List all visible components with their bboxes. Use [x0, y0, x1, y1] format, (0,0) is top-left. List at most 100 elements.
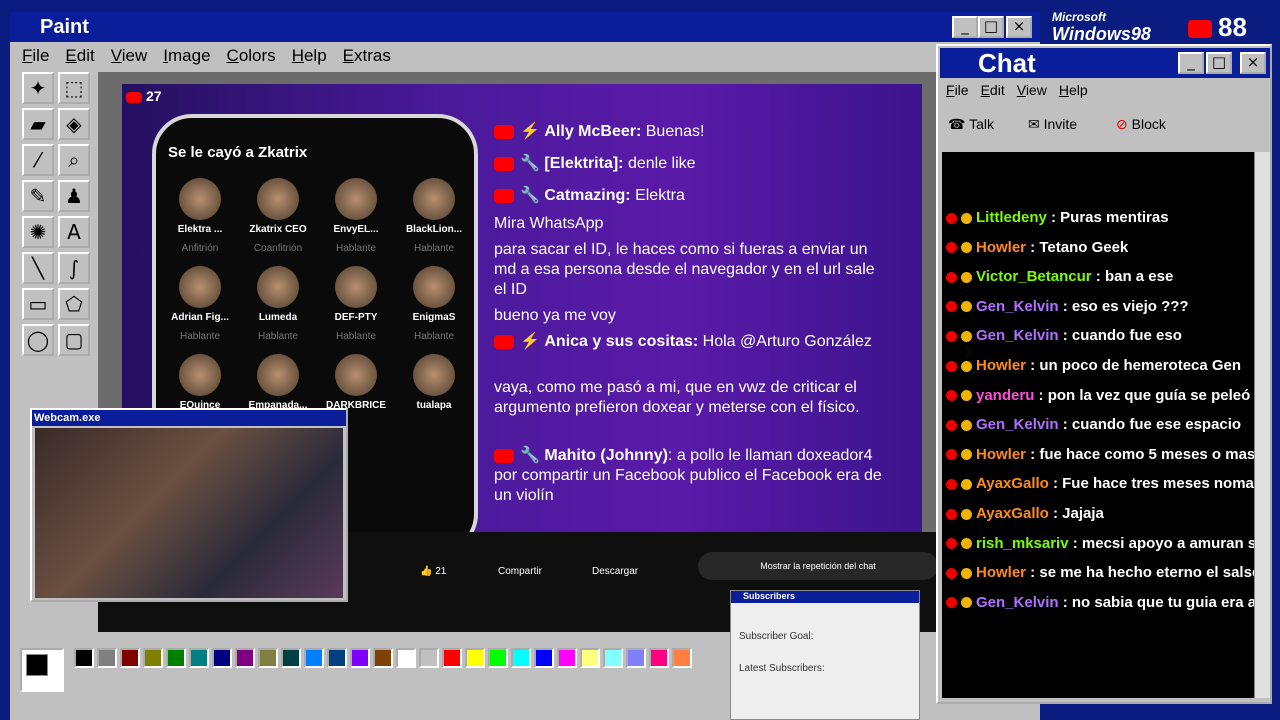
- palette-swatch[interactable]: [143, 648, 163, 668]
- chat-username[interactable]: AyaxGallo: [976, 475, 1049, 492]
- palette-swatch[interactable]: [373, 648, 393, 668]
- chat-text: : Fue hace tres meses noma: [1048, 475, 1254, 493]
- text-icon[interactable]: A: [58, 216, 90, 248]
- rectangle-icon[interactable]: ▭: [22, 288, 54, 320]
- chat-menu-help[interactable]: Help: [1059, 82, 1088, 98]
- chat-text: : ban a ese: [1091, 268, 1174, 286]
- chat-scrollbar[interactable]: [1254, 152, 1270, 698]
- rect-select-icon[interactable]: ⬚: [58, 72, 90, 104]
- minimize-button[interactable]: _: [952, 16, 978, 38]
- chat-message: Howler : un poco de hemeroteca Gen: [946, 356, 1241, 376]
- youtube-count: 88: [1188, 12, 1247, 43]
- talk-button[interactable]: ☎ Talk: [948, 116, 994, 133]
- menu-help[interactable]: Help: [292, 46, 327, 66]
- palette-swatch[interactable]: [626, 648, 646, 668]
- chat-minimize-button[interactable]: _: [1178, 52, 1204, 74]
- invite-button[interactable]: ✉ Invite: [1028, 116, 1077, 133]
- magnifier-icon[interactable]: ⌕: [58, 144, 90, 176]
- close-button[interactable]: ×: [1006, 16, 1032, 38]
- ellipse-icon[interactable]: ◯: [22, 324, 54, 356]
- chat-username[interactable]: AyaxGallo: [976, 505, 1049, 522]
- chat-window: Chat _ □ × File Edit View Help ☎ Talk ✉ …: [936, 44, 1272, 704]
- palette-swatch[interactable]: [304, 648, 324, 668]
- chat-username[interactable]: Howler: [976, 239, 1026, 256]
- chat-maximize-button[interactable]: □: [1206, 52, 1232, 74]
- palette-swatch[interactable]: [350, 648, 370, 668]
- menu-image[interactable]: Image: [163, 46, 210, 66]
- chat-replay-button[interactable]: Mostrar la repetición del chat: [698, 552, 938, 580]
- palette-swatch[interactable]: [603, 648, 623, 668]
- chat-title: Chat: [978, 47, 1036, 78]
- participant: EnigmaS Hablante: [396, 266, 472, 342]
- chat-username[interactable]: Howler: [976, 564, 1026, 581]
- palette-swatch[interactable]: [327, 648, 347, 668]
- chat-close-button[interactable]: ×: [1240, 52, 1266, 74]
- chat-message: Gen_Kelvin : cuando fue eso: [946, 326, 1182, 346]
- chat-username[interactable]: yanderu: [976, 387, 1034, 404]
- chat-username[interactable]: Howler: [976, 357, 1026, 374]
- palette-swatch[interactable]: [166, 648, 186, 668]
- chat-text: : un poco de hemeroteca Gen: [1026, 357, 1242, 374]
- curve-icon[interactable]: ∫: [58, 252, 90, 284]
- palette-swatch[interactable]: [580, 648, 600, 668]
- menu-colors[interactable]: Colors: [227, 46, 276, 66]
- chat-username[interactable]: Gen_Kelvin: [976, 416, 1059, 433]
- like-button[interactable]: 👍 21: [420, 566, 446, 577]
- palette-swatch[interactable]: [672, 648, 692, 668]
- chat-username[interactable]: Littledeny: [976, 209, 1047, 226]
- talk-icon: ☎: [948, 116, 966, 132]
- participant: tualapa: [396, 354, 472, 411]
- free-select-icon[interactable]: ✦: [22, 72, 54, 104]
- palette-swatch[interactable]: [258, 648, 278, 668]
- eraser-icon[interactable]: ▰: [22, 108, 54, 140]
- menu-extras[interactable]: Extras: [343, 46, 391, 66]
- palette-swatch[interactable]: [534, 648, 554, 668]
- pencil-icon[interactable]: ✎: [22, 180, 54, 212]
- chat-username[interactable]: Gen_Kelvin: [976, 298, 1059, 315]
- airbrush-icon[interactable]: ✺: [22, 216, 54, 248]
- palette-swatch[interactable]: [212, 648, 232, 668]
- maximize-button[interactable]: □: [978, 16, 1004, 38]
- fill-icon[interactable]: ◈: [58, 108, 90, 140]
- palette-swatch[interactable]: [97, 648, 117, 668]
- palette-swatch[interactable]: [235, 648, 255, 668]
- palette-swatch[interactable]: [465, 648, 485, 668]
- palette-swatch[interactable]: [511, 648, 531, 668]
- palette-swatch[interactable]: [442, 648, 462, 668]
- brush-icon[interactable]: ♟: [58, 180, 90, 212]
- color-palette: [20, 648, 720, 692]
- chat-username[interactable]: Gen_Kelvin: [976, 327, 1059, 344]
- menu-edit[interactable]: Edit: [65, 46, 94, 66]
- palette-swatch[interactable]: [419, 648, 439, 668]
- webcam-title: Webcam.exe: [32, 410, 346, 426]
- participant: Elektra ... Anfitrión: [162, 178, 238, 254]
- palette-swatch[interactable]: [120, 648, 140, 668]
- polygon-icon[interactable]: ⬠: [58, 288, 90, 320]
- rounded-rect-icon[interactable]: ▢: [58, 324, 90, 356]
- block-button[interactable]: ⊘ Block: [1116, 116, 1166, 133]
- download-button[interactable]: Descargar: [592, 566, 638, 577]
- chat-username[interactable]: rish_mksariv: [976, 535, 1069, 552]
- palette-swatch[interactable]: [649, 648, 669, 668]
- chat-menu-edit[interactable]: Edit: [981, 82, 1005, 98]
- menu-file[interactable]: File: [22, 46, 49, 66]
- palette-swatch[interactable]: [189, 648, 209, 668]
- line-icon[interactable]: ╲: [22, 252, 54, 284]
- palette-swatch[interactable]: [396, 648, 416, 668]
- current-colors[interactable]: [20, 648, 64, 692]
- invite-icon: ✉: [1028, 116, 1040, 132]
- chat-username[interactable]: Howler: [976, 446, 1026, 463]
- chat-text: : fue hace como 5 meses o mas c: [1026, 445, 1254, 463]
- palette-swatch[interactable]: [557, 648, 577, 668]
- palette-swatch[interactable]: [74, 648, 94, 668]
- chat-menu-file[interactable]: File: [946, 82, 969, 98]
- palette-swatch[interactable]: [281, 648, 301, 668]
- picker-icon[interactable]: ⁄: [22, 144, 54, 176]
- chat-username[interactable]: Gen_Kelvin: [976, 594, 1059, 611]
- stream-chat-line: 🔧 [Elektrita]: denle like: [494, 154, 696, 174]
- palette-swatch[interactable]: [488, 648, 508, 668]
- share-button[interactable]: Compartir: [498, 566, 542, 577]
- chat-menu-view[interactable]: View: [1017, 82, 1047, 98]
- menu-view[interactable]: View: [111, 46, 148, 66]
- chat-username[interactable]: Victor_Betancur: [976, 268, 1092, 285]
